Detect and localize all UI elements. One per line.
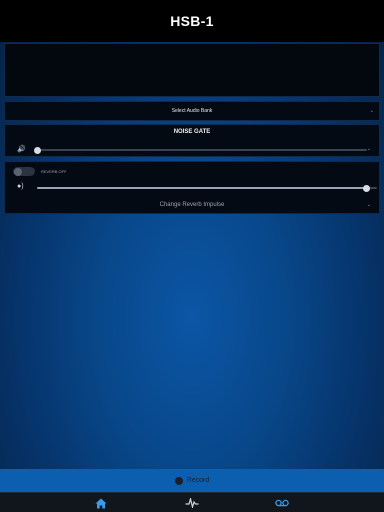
speaker-icon: 🔊 xyxy=(17,146,26,153)
tab-monitor[interactable] xyxy=(184,497,200,509)
display-panel xyxy=(4,43,380,97)
tab-bar xyxy=(0,492,384,512)
reverb-impulse-select[interactable]: Change Reverb Impulse xyxy=(5,202,379,208)
reverb-wave-icon: ●) xyxy=(17,183,24,190)
noise-gate-slider-thumb[interactable] xyxy=(33,146,41,154)
noise-gate-slider[interactable] xyxy=(33,146,367,154)
chevron-down-icon: ⌄ xyxy=(369,108,374,114)
noise-gate-panel: NOISE GATE 🔊 ⌄ xyxy=(4,124,380,157)
audio-bank-select[interactable]: Select Audio Bank ⌄ xyxy=(4,101,380,121)
reverb-toggle[interactable] xyxy=(13,167,35,176)
record-button[interactable]: Record xyxy=(0,469,384,492)
home-icon xyxy=(95,498,107,508)
noise-gate-label: NOISE GATE xyxy=(173,129,211,135)
reverb-panel: REVERB OFF ●) Change Reverb Impulse ⌄ xyxy=(4,161,380,214)
app-header: HSB-1 xyxy=(0,0,384,42)
tab-recordings[interactable] xyxy=(274,497,290,509)
reverb-toggle-knob xyxy=(14,167,22,176)
app-title: HSB-1 xyxy=(170,13,214,29)
record-icon xyxy=(174,476,183,485)
record-label: Record xyxy=(186,477,210,484)
tape-icon xyxy=(275,499,289,506)
reverb-slider[interactable] xyxy=(37,184,377,192)
reverb-slider-thumb[interactable] xyxy=(363,184,371,192)
audio-bank-label: Select Audio Bank xyxy=(171,108,213,114)
tab-home[interactable] xyxy=(93,497,109,509)
reverb-toggle-label: REVERB OFF xyxy=(41,169,67,174)
chevron-down-icon: ⌄ xyxy=(366,202,371,208)
reverb-slider-fill xyxy=(37,187,367,189)
chevron-down-icon: ⌄ xyxy=(366,146,371,152)
pulse-icon xyxy=(185,498,199,508)
